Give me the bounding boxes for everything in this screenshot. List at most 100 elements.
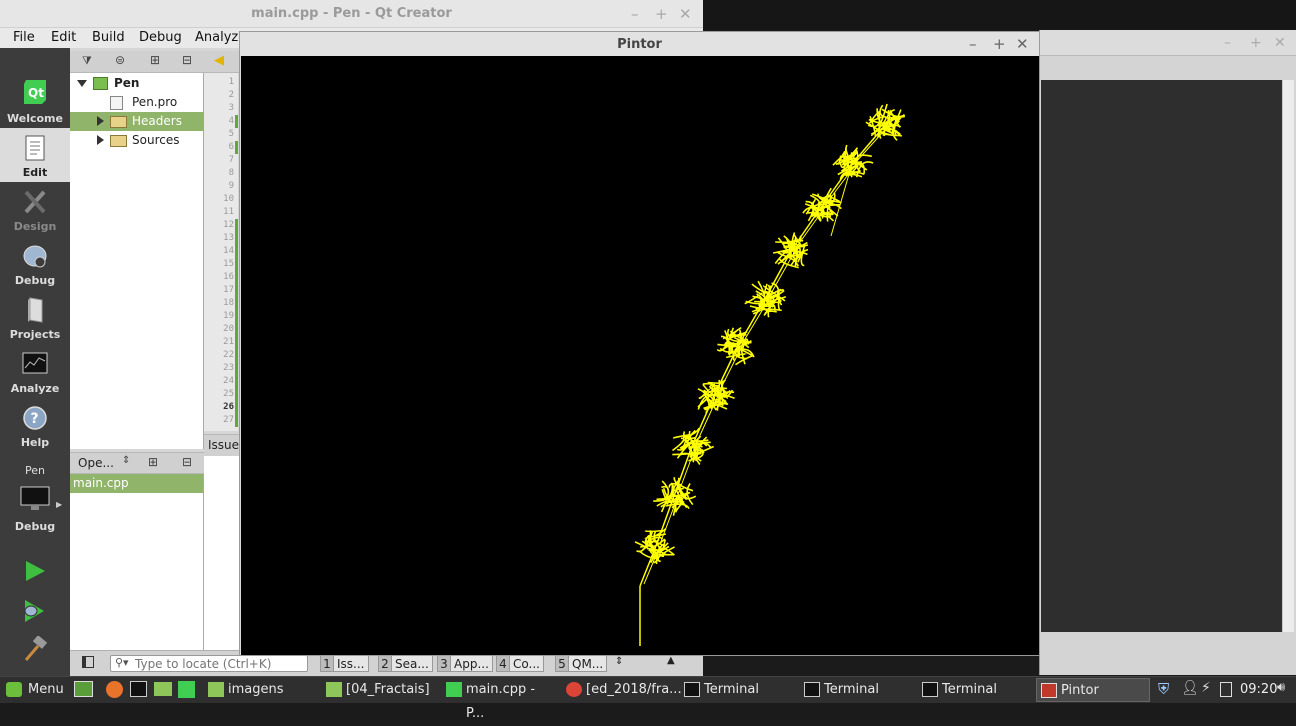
change-marker [235,271,238,284]
qt-creator-launcher-icon[interactable] [178,681,195,698]
mode-design[interactable]: Design [0,182,70,236]
clock[interactable]: 09:20 [1240,682,1277,697]
user-icon[interactable]: 👤︎ [1181,680,1199,698]
build-hammer-icon[interactable] [22,636,48,662]
close-icon[interactable]: ✕ [679,6,692,22]
close-icon[interactable]: ✕ [1016,36,1029,52]
output-tab-issues[interactable]: 1 Iss... [320,655,369,672]
maximize-icon[interactable]: + [993,36,1006,52]
tree-item-label: Headers [132,114,182,128]
show-desktop-icon[interactable] [74,681,93,697]
line-number: 10 [223,194,234,204]
background-window[interactable]: – + ✕ [1039,30,1296,675]
close-icon[interactable]: ✕ [1274,35,1286,51]
network-icon[interactable]: ⚡︎ [1201,680,1219,698]
task-pintor[interactable]: Pintor [1036,678,1150,702]
tree-item-pen[interactable]: Pen [70,74,204,93]
split-icon[interactable]: ⊞ [148,455,158,469]
minimize-icon[interactable]: – [1224,35,1231,51]
maximize-icon[interactable]: + [655,6,668,22]
volume-icon[interactable]: 🔊︎ [1277,680,1295,698]
line-number: 7 [228,155,234,165]
task-terminal-1[interactable]: Terminal [680,678,794,702]
back-arrow-icon[interactable]: ◀ [214,53,224,68]
maximize-icon[interactable]: + [1250,35,1262,51]
open-documents-list: main.cpp [70,474,204,650]
mode-edit[interactable]: Edit [0,128,70,182]
expand-right-icon[interactable] [97,116,104,126]
battery-icon[interactable] [1220,682,1232,697]
project-tree: Pen Pen.pro Headers Sources [70,73,204,449]
terminal-icon [804,682,820,697]
output-tab-qml[interactable]: 5 QM... [555,655,608,672]
open-documents-selector[interactable]: Ope... [78,456,114,470]
output-tab-application[interactable]: 3 App... [437,655,493,672]
line-number: 22 [223,350,234,360]
kit-config-label: Debug [14,520,56,533]
scrollbar[interactable] [1282,80,1294,632]
change-marker [235,141,238,154]
tree-item-headers[interactable]: Headers [70,112,204,131]
output-tab-compile[interactable]: 4 Co... [496,655,544,672]
task-imagens[interactable]: imagens [204,678,316,702]
toggle-sidebar-icon[interactable] [82,656,94,668]
arrow-right-icon: ▶ [56,500,63,509]
updown-icon[interactable]: ⇕ [122,455,130,466]
folder-icon [208,682,224,697]
svg-text:Qt: Qt [28,86,44,100]
line-number: 25 [223,389,234,399]
task-qt-creator[interactable]: main.cpp - P... [442,678,556,721]
task-04-fractais[interactable]: [04_Fractais] [322,678,438,702]
firefox-icon[interactable] [106,681,123,698]
menu-build[interactable]: Build [92,30,125,45]
run-icon[interactable] [24,560,46,582]
expand-right-icon[interactable] [97,135,104,145]
tree-item-pen-pro[interactable]: Pen.pro [70,93,204,112]
filter-icon[interactable]: ⧩ [82,54,92,68]
terminal-icon [684,682,700,697]
window-titlebar[interactable]: Pintor – + ✕ [240,32,1039,56]
line-number: 5 [228,129,234,139]
tree-item-sources[interactable]: Sources [70,131,204,150]
minimize-icon[interactable]: – [631,6,639,22]
menu-edit[interactable]: Edit [51,30,76,45]
tab-number: 1 [320,655,334,672]
locator-input[interactable] [135,656,305,671]
link-icon[interactable]: ⊜ [115,53,125,67]
mode-welcome[interactable]: Qt Welcome [0,72,70,126]
task-terminal-2[interactable]: Terminal [800,678,914,702]
window-titlebar[interactable]: main.cpp - Pen - Qt Creator – + ✕ [0,0,703,28]
start-menu-button[interactable]: Menu [2,678,64,702]
mode-debug[interactable]: Debug [0,236,70,290]
kit-selector[interactable]: ▶ Debug [0,482,70,538]
close-pane-icon[interactable]: ⊟ [182,455,192,469]
change-marker [235,284,238,297]
close-pane-icon[interactable]: ⊟ [182,53,192,67]
shield-icon[interactable]: ⛨ [1158,680,1176,698]
files-launcher-icon[interactable] [154,682,172,696]
locator-field[interactable]: ⚲▾ [110,655,308,672]
line-number: 27 [223,415,234,425]
expand-down-icon[interactable] [77,80,87,87]
mode-projects[interactable]: Projects [0,290,70,344]
task-terminal-3[interactable]: Terminal [918,678,1032,702]
mode-analyze[interactable]: Analyze [0,344,70,398]
updown-icon[interactable]: ⇕ [615,656,623,667]
output-tab-search[interactable]: 2 Sea... [378,655,433,672]
background-window-titlebar[interactable]: – + ✕ [1040,30,1296,56]
svg-text:?: ? [31,411,39,427]
split-icon[interactable]: ⊞ [150,53,160,67]
menu-file[interactable]: File [13,30,35,45]
menu-debug[interactable]: Debug [139,30,182,45]
mode-help[interactable]: ? Help [0,398,70,452]
editor-toolbar: ◀ [204,51,240,73]
minimize-icon[interactable]: – [969,36,977,52]
arrow-up-icon[interactable]: ▲ [667,655,675,666]
open-document-item[interactable]: main.cpp [70,474,203,493]
debug-run-icon[interactable] [22,598,48,624]
desktop-background [703,0,1296,30]
task-browser[interactable]: [ed_2018/fra... [562,678,682,702]
terminal-launcher-icon[interactable] [130,681,147,697]
drawing-canvas[interactable] [241,56,1039,655]
line-number: 6 [228,142,234,152]
